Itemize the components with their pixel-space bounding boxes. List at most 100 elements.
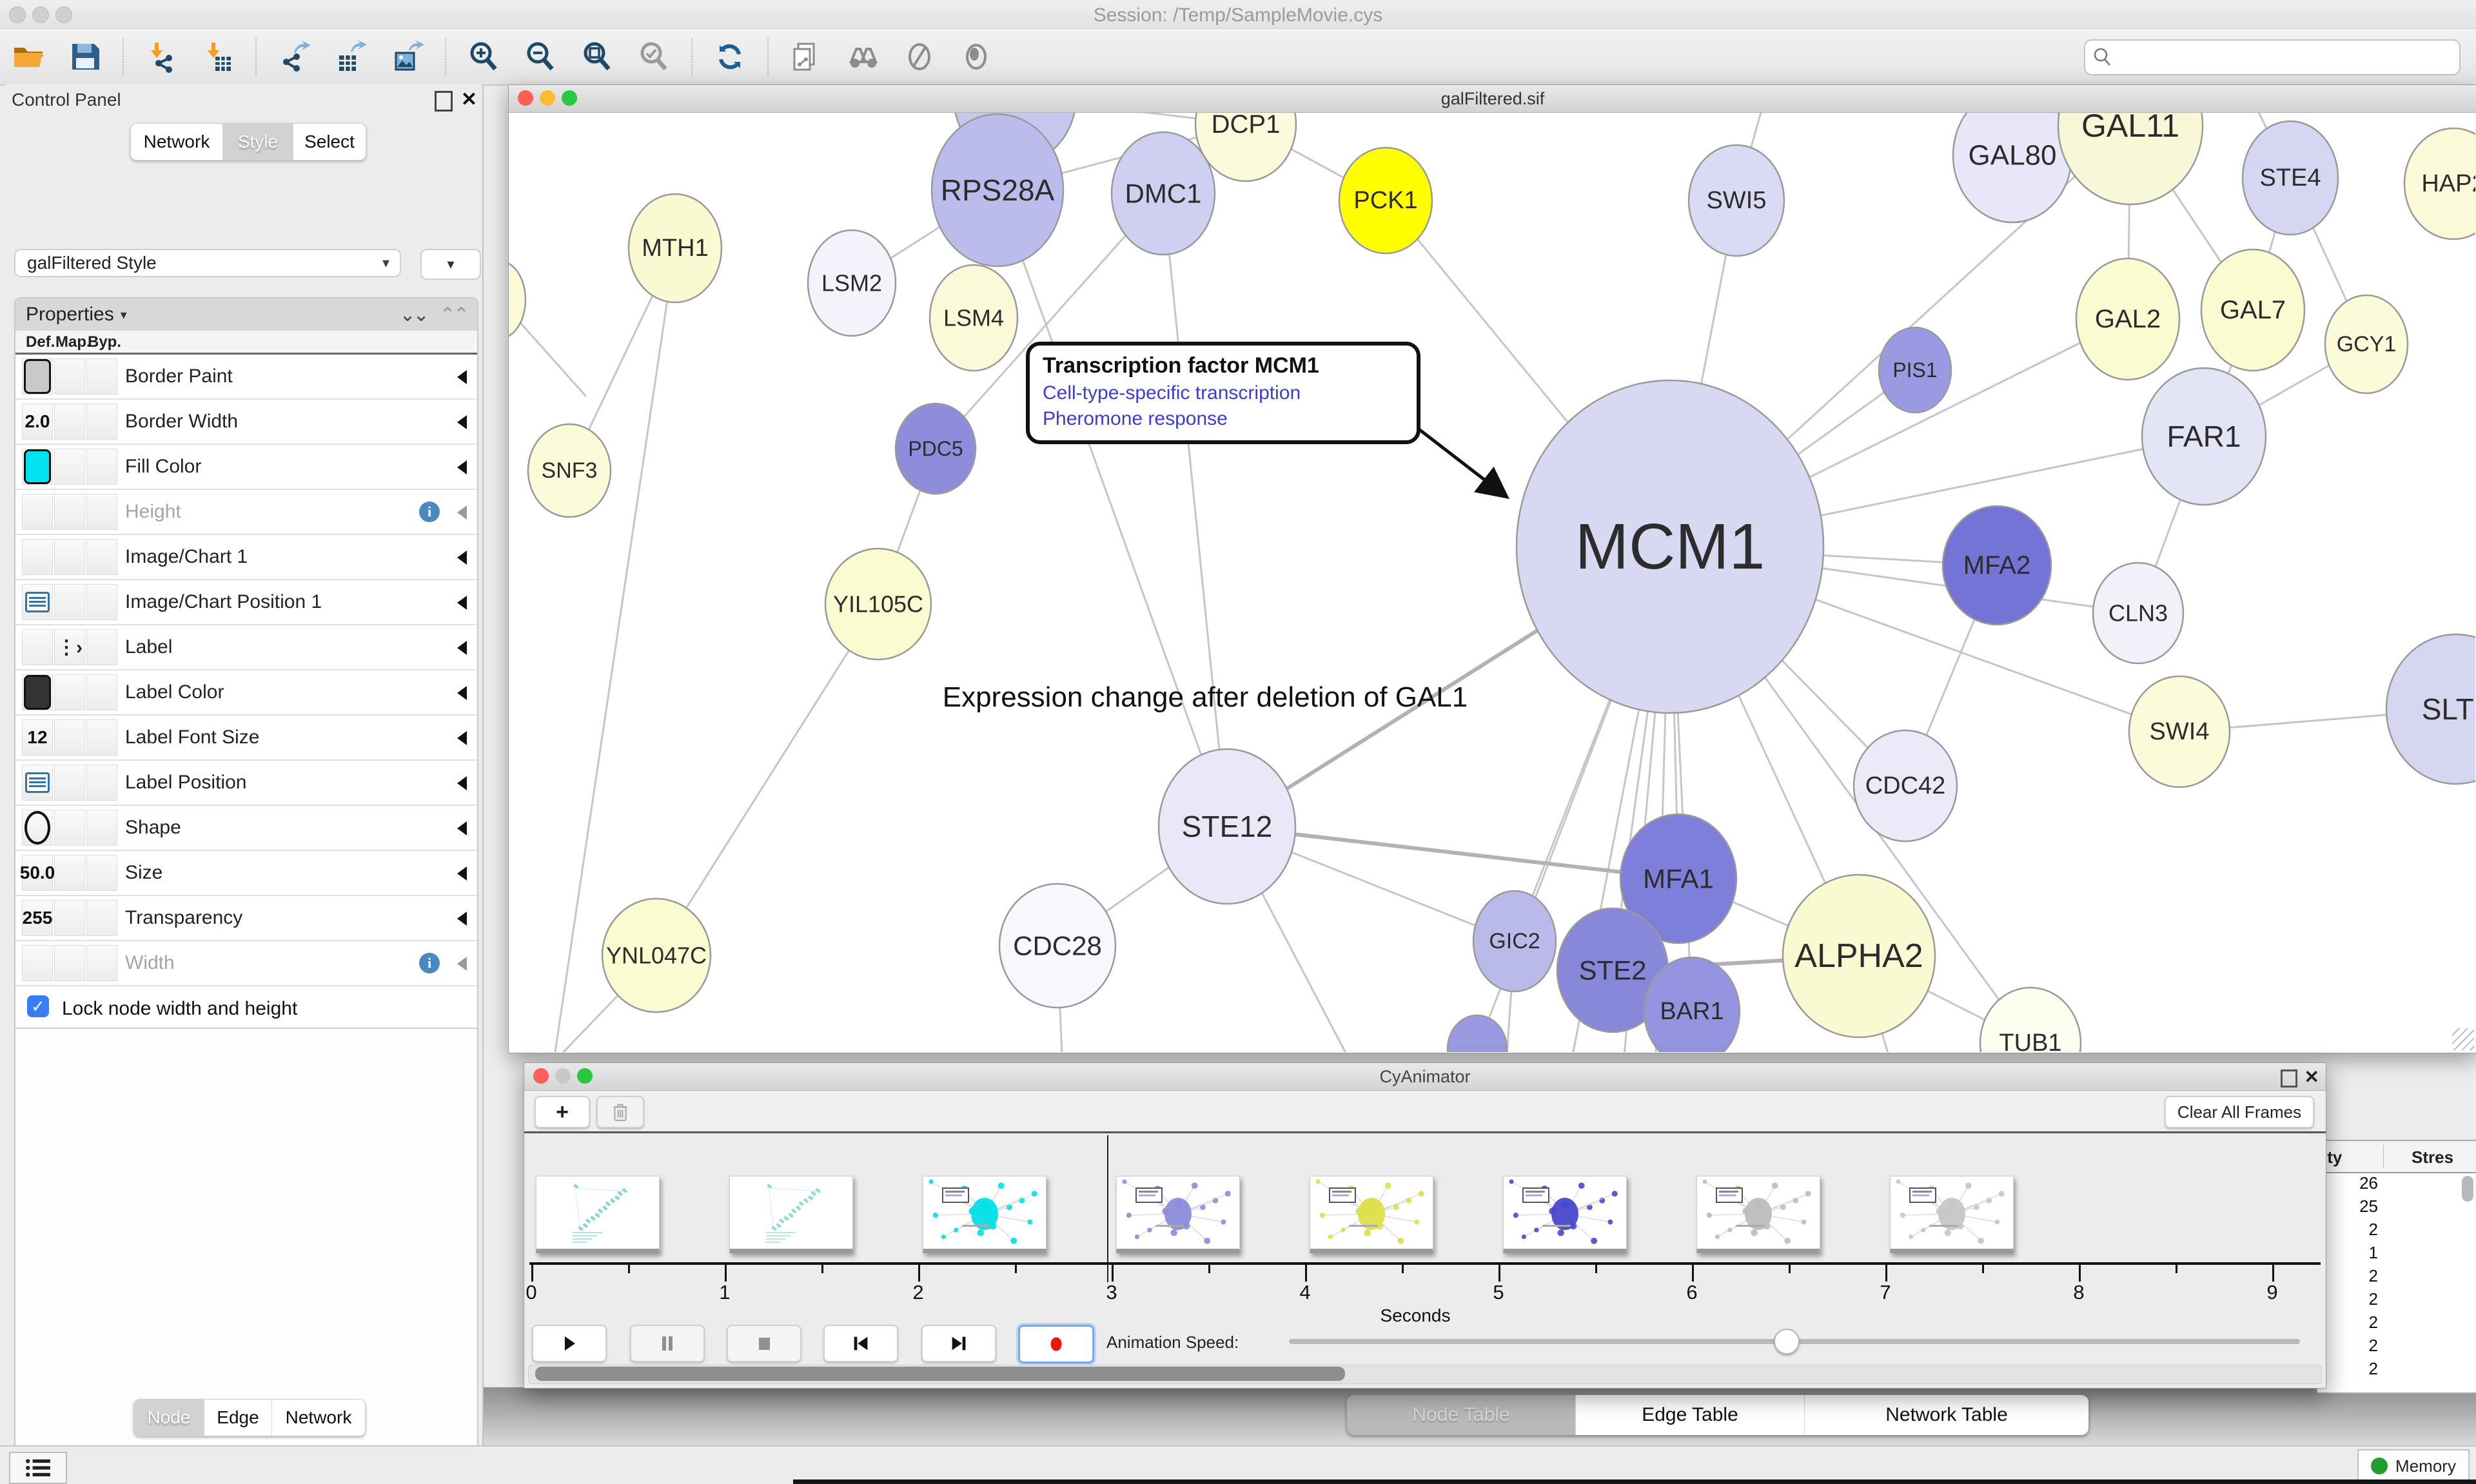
- bypass-cell[interactable]: [86, 765, 117, 801]
- skip-to-start-button[interactable]: [823, 1325, 898, 1362]
- default-value-cell[interactable]: 255: [22, 900, 53, 936]
- delete-frame-button[interactable]: [596, 1096, 644, 1128]
- animation-frame[interactable]: [1696, 1176, 1820, 1253]
- expand-arrow-icon[interactable]: [457, 505, 467, 520]
- expand-arrow-icon[interactable]: [457, 776, 467, 790]
- tab-style[interactable]: Style: [223, 124, 293, 160]
- tab-node[interactable]: Node: [134, 1400, 204, 1436]
- default-value-cell[interactable]: [22, 945, 53, 981]
- expand-all-icon[interactable]: ⌄⌄: [399, 304, 426, 326]
- tab-node-table[interactable]: Node Table: [1347, 1395, 1576, 1435]
- refresh-icon[interactable]: [709, 36, 751, 77]
- network-edge[interactable]: [997, 190, 1227, 826]
- property-row[interactable]: Widthi: [15, 941, 477, 986]
- style-options-button[interactable]: ▾: [420, 249, 481, 280]
- expand-arrow-icon[interactable]: [457, 415, 467, 429]
- animation-frame[interactable]: [923, 1176, 1046, 1253]
- zoom-fit-icon[interactable]: [576, 36, 618, 77]
- expand-arrow-icon[interactable]: [457, 957, 467, 971]
- tab-edge-table[interactable]: Edge Table: [1576, 1395, 1805, 1435]
- bypass-cell[interactable]: [86, 404, 117, 440]
- animation-frame[interactable]: [1890, 1176, 2014, 1253]
- default-value-cell[interactable]: [22, 765, 53, 801]
- record-button[interactable]: [1018, 1325, 1094, 1363]
- play-button[interactable]: [532, 1325, 607, 1362]
- network-canvas[interactable]: DCP1RPS28ADMC1PCK1SWI5GAL80GAL11STE4HAP2…: [509, 113, 2475, 1052]
- property-row[interactable]: Label Position: [15, 761, 477, 806]
- animation-frame[interactable]: [1503, 1176, 1627, 1253]
- frames-scrollbar[interactable]: [528, 1365, 2322, 1384]
- tab-network-table[interactable]: Network Table: [1805, 1395, 2088, 1435]
- default-value-cell[interactable]: [22, 449, 53, 485]
- default-value-cell[interactable]: 12: [22, 719, 53, 756]
- import-network-icon[interactable]: [141, 36, 182, 77]
- float-panel-icon[interactable]: [2281, 1069, 2297, 1088]
- expand-arrow-icon[interactable]: [457, 551, 467, 565]
- animation-frame[interactable]: [729, 1176, 853, 1253]
- expand-arrow-icon[interactable]: [457, 821, 467, 835]
- properties-header[interactable]: Properties ▾ ⌄⌄ ⌃⌃: [15, 298, 477, 331]
- zoom-in-icon[interactable]: [463, 36, 504, 77]
- table-row[interactable]: 25: [2317, 1196, 2476, 1220]
- export-network-icon[interactable]: [273, 36, 315, 77]
- table-row[interactable]: 2: [2317, 1220, 2476, 1243]
- table-row[interactable]: 2: [2317, 1266, 2476, 1289]
- zoom-selected-icon[interactable]: [633, 36, 674, 77]
- table-row[interactable]: 2: [2317, 1313, 2476, 1336]
- default-value-cell[interactable]: [22, 494, 53, 530]
- table-row[interactable]: 2: [2317, 1359, 2476, 1382]
- find-icon[interactable]: [842, 36, 883, 77]
- default-value-cell[interactable]: [22, 674, 53, 710]
- animation-frame[interactable]: [536, 1176, 660, 1253]
- style-selector[interactable]: galFiltered Style ▾: [14, 249, 401, 277]
- property-row[interactable]: 50.0Size: [15, 851, 477, 896]
- table-row[interactable]: 1: [2317, 1243, 2476, 1266]
- bypass-cell[interactable]: [86, 539, 117, 575]
- float-panel-icon[interactable]: [435, 91, 453, 112]
- bypass-cell[interactable]: [86, 584, 117, 620]
- bypass-cell[interactable]: [86, 629, 117, 665]
- tab-network[interactable]: Network: [131, 124, 223, 160]
- close-panel-icon[interactable]: ✕: [2304, 1066, 2319, 1088]
- mapping-cell[interactable]: [54, 945, 85, 981]
- default-value-cell[interactable]: 50.0: [22, 855, 53, 891]
- expand-arrow-icon[interactable]: [457, 641, 467, 655]
- bypass-cell[interactable]: [86, 900, 117, 936]
- frames-scrollbar-thumb[interactable]: [535, 1367, 1345, 1381]
- collapse-all-icon[interactable]: ⌃⌃: [440, 304, 467, 326]
- mapping-cell[interactable]: [54, 539, 85, 575]
- bypass-cell[interactable]: [86, 855, 117, 891]
- mapping-cell[interactable]: [54, 404, 85, 440]
- bypass-cell[interactable]: [86, 358, 117, 395]
- clear-all-frames-button[interactable]: Clear All Frames: [2165, 1096, 2314, 1128]
- expand-arrow-icon[interactable]: [457, 370, 467, 384]
- property-row[interactable]: Fill Color: [15, 445, 477, 490]
- expand-arrow-icon[interactable]: [457, 912, 467, 926]
- network-edge[interactable]: [1163, 193, 1227, 826]
- expand-arrow-icon[interactable]: [457, 686, 467, 700]
- mapping-cell[interactable]: [54, 674, 85, 710]
- annotation-link[interactable]: Pheromone response: [1043, 408, 1404, 430]
- bypass-cell[interactable]: [86, 945, 117, 981]
- zoom-out-icon[interactable]: [520, 36, 561, 77]
- default-value-cell[interactable]: [22, 810, 53, 846]
- bypass-cell[interactable]: [86, 674, 117, 710]
- mapping-cell[interactable]: ⋮›: [54, 629, 85, 665]
- network-edge[interactable]: [656, 604, 878, 955]
- export-image-icon[interactable]: [387, 36, 428, 77]
- task-history-button[interactable]: [9, 1452, 67, 1484]
- property-row[interactable]: 2.0Border Width: [15, 400, 477, 445]
- animation-frame[interactable]: [1116, 1176, 1240, 1253]
- export-table-icon[interactable]: [330, 36, 371, 77]
- property-row[interactable]: Shape: [15, 806, 477, 851]
- import-table-icon[interactable]: [197, 36, 239, 77]
- mapping-cell[interactable]: [54, 584, 85, 620]
- open-session-icon[interactable]: [8, 36, 49, 77]
- animation-frame[interactable]: [1310, 1176, 1433, 1253]
- column-divider[interactable]: [2383, 1145, 2384, 1168]
- table-scrollbar[interactable]: [2462, 1176, 2473, 1202]
- table-row[interactable]: 2: [2317, 1336, 2476, 1359]
- default-value-cell[interactable]: [22, 629, 53, 665]
- mapping-cell[interactable]: [54, 449, 85, 485]
- add-frame-button[interactable]: +: [535, 1096, 590, 1128]
